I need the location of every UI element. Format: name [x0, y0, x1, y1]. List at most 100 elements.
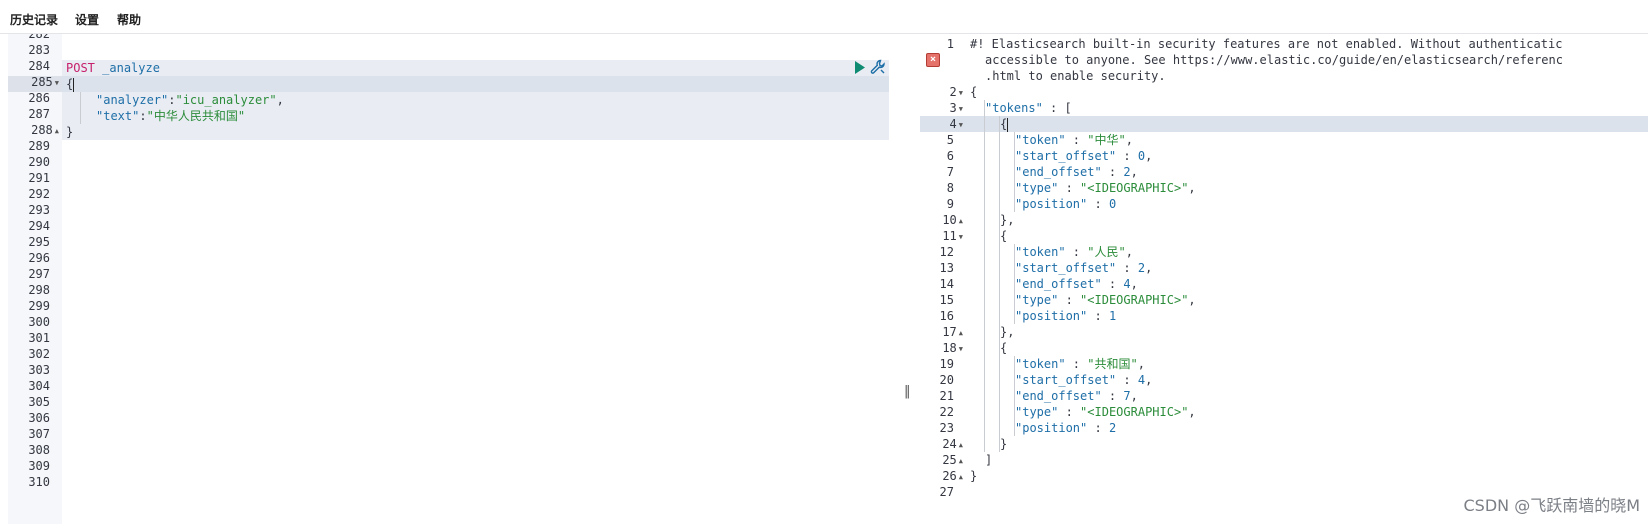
line-number: 303	[28, 363, 50, 377]
json-value: "<IDEOGRAPHIC>"	[1080, 293, 1189, 307]
pane-resize-handle[interactable]: ‖	[897, 34, 919, 524]
line-number: 299	[28, 299, 50, 313]
line-number: 289	[28, 139, 50, 153]
fold-toggle-icon[interactable]: ▲	[959, 457, 963, 465]
token-field-start-offset: "start_offset" : 2,	[1015, 260, 1152, 276]
line-number-text: 1	[946, 37, 954, 51]
fold-toggle-icon[interactable]: ▲	[55, 127, 59, 135]
json-value: 2	[1137, 261, 1146, 275]
security-warning-line: accessible to anyone. See https://www.el…	[985, 53, 1563, 67]
json-key: "token"	[1015, 245, 1066, 259]
request-path: _analyze	[102, 61, 160, 75]
line-number: 291	[28, 171, 50, 185]
fold-toggle-icon[interactable]: ▲	[959, 329, 963, 337]
fold-toggle-icon[interactable]: ▲	[959, 217, 963, 225]
json-key: "token"	[1015, 133, 1066, 147]
json-value: 0	[1137, 149, 1146, 163]
menu-settings[interactable]: 设置	[75, 11, 99, 28]
line-number: 14	[940, 276, 954, 292]
line-number: 13	[940, 260, 954, 276]
line-number: 288 ▲	[31, 122, 59, 138]
comma: ,	[1145, 373, 1153, 387]
line-number: 1	[947, 36, 954, 52]
line-number: 293	[28, 203, 50, 217]
json-key: "end_offset"	[1015, 277, 1102, 291]
token-field-end-offset: "end_offset" : 2,	[1015, 164, 1138, 180]
colon: :	[1101, 277, 1124, 291]
json-close: }	[970, 469, 978, 483]
fold-toggle-icon[interactable]: ▲	[959, 441, 963, 449]
json-key: "type"	[1015, 293, 1059, 307]
request-body-line: "text":"中华人民共和国"	[96, 108, 245, 124]
line-number: 301	[28, 331, 50, 345]
indent-guide	[984, 100, 985, 452]
token-field-position: "position" : 2	[1015, 420, 1116, 436]
comma: ,	[1137, 357, 1145, 371]
fold-toggle-icon[interactable]: ▼	[959, 233, 963, 241]
active-line	[62, 76, 889, 92]
colon: :	[139, 109, 147, 123]
json-value: 0	[1108, 197, 1117, 211]
line-number: 306	[28, 411, 50, 425]
response-viewer[interactable]: 1 2 ▼ 3 ▼ 4 ▼ 5 6 7 8 9 10 ▲ 11 ▼ 12 13 14 15 16 17 ▲ 18 ▼ 19 20 21…	[920, 34, 1648, 524]
wrench-icon[interactable]	[870, 59, 886, 78]
text-cursor	[1007, 117, 1009, 132]
line-number-text: 18	[942, 341, 957, 355]
array-close: ]	[985, 453, 993, 467]
line-number: 23	[940, 420, 954, 436]
comma: ,	[1125, 133, 1133, 147]
json-value: 2	[1123, 165, 1131, 179]
token-field-token: "token" : "共和国",	[1015, 356, 1145, 372]
token-field-token: "token" : "中华",	[1015, 132, 1133, 148]
line-number: 282	[28, 34, 50, 41]
json-key: "end_offset"	[1015, 165, 1102, 179]
json-key: "start_offset"	[1015, 373, 1117, 387]
token-field-end-offset: "end_offset" : 7,	[1015, 388, 1138, 404]
json-value: 4	[1123, 277, 1131, 291]
menu-history[interactable]: 历史记录	[10, 11, 58, 28]
fold-toggle-icon[interactable]: ▼	[959, 345, 963, 353]
line-number: 7	[947, 164, 954, 180]
json-key: "start_offset"	[1015, 149, 1117, 163]
error-icon[interactable]: ×	[926, 53, 940, 67]
json-value: "icu_analyzer"	[175, 93, 277, 107]
menu-help[interactable]: 帮助	[117, 11, 141, 28]
line-number: 297	[28, 267, 50, 281]
line-number: 27	[940, 484, 954, 500]
line-number: 294	[28, 219, 50, 233]
line-number-text: 14	[939, 277, 954, 291]
fold-toggle-icon[interactable]: ▼	[959, 89, 963, 97]
json-key: "analyzer"	[96, 93, 169, 107]
colon: :	[1087, 197, 1109, 211]
token-field-start-offset: "start_offset" : 0,	[1015, 148, 1152, 164]
fold-toggle-icon[interactable]: ▼	[55, 79, 59, 87]
line-number-text: 16	[939, 309, 954, 323]
line-number: 9	[947, 196, 954, 212]
request-editor[interactable]: 282 283 284 285 ▼ 286 287 288 ▲ 289 290 291 292 293 29…	[8, 34, 894, 524]
watermark: CSDN @飞跃南墙的晓M	[1463, 496, 1640, 515]
line-number: 25 ▲	[942, 452, 963, 468]
comma: ,	[1188, 181, 1196, 195]
comma: ,	[1130, 389, 1138, 403]
fold-toggle-icon[interactable]: ▼	[959, 121, 963, 129]
line-number-text: 288	[31, 123, 53, 137]
token-field-token: "token" : "人民",	[1015, 244, 1133, 260]
line-number: 2 ▼	[950, 84, 963, 100]
colon: :	[1058, 293, 1081, 307]
line-number-text: 285	[31, 75, 53, 89]
colon: :	[1065, 245, 1088, 259]
line-number: 8	[947, 180, 954, 196]
line-number-text: 2	[949, 85, 957, 99]
json-key: "position"	[1015, 309, 1088, 323]
line-number: 20	[940, 372, 954, 388]
line-number: 298	[28, 283, 50, 297]
menu-bar: 历史记录 设置 帮助	[0, 0, 1648, 34]
fold-toggle-icon[interactable]: ▼	[959, 105, 963, 113]
json-value: "中华"	[1087, 133, 1126, 147]
fold-toggle-icon[interactable]: ▲	[959, 473, 963, 481]
play-icon[interactable]	[854, 61, 866, 77]
request-gutter: 282 283 284 285 ▼ 286 287 288 ▲ 289 290 291 292 293 29…	[8, 34, 62, 524]
line-number: 5	[947, 132, 954, 148]
object-open: {	[1000, 229, 1008, 243]
json-value: "中华人民共和国"	[146, 109, 246, 123]
